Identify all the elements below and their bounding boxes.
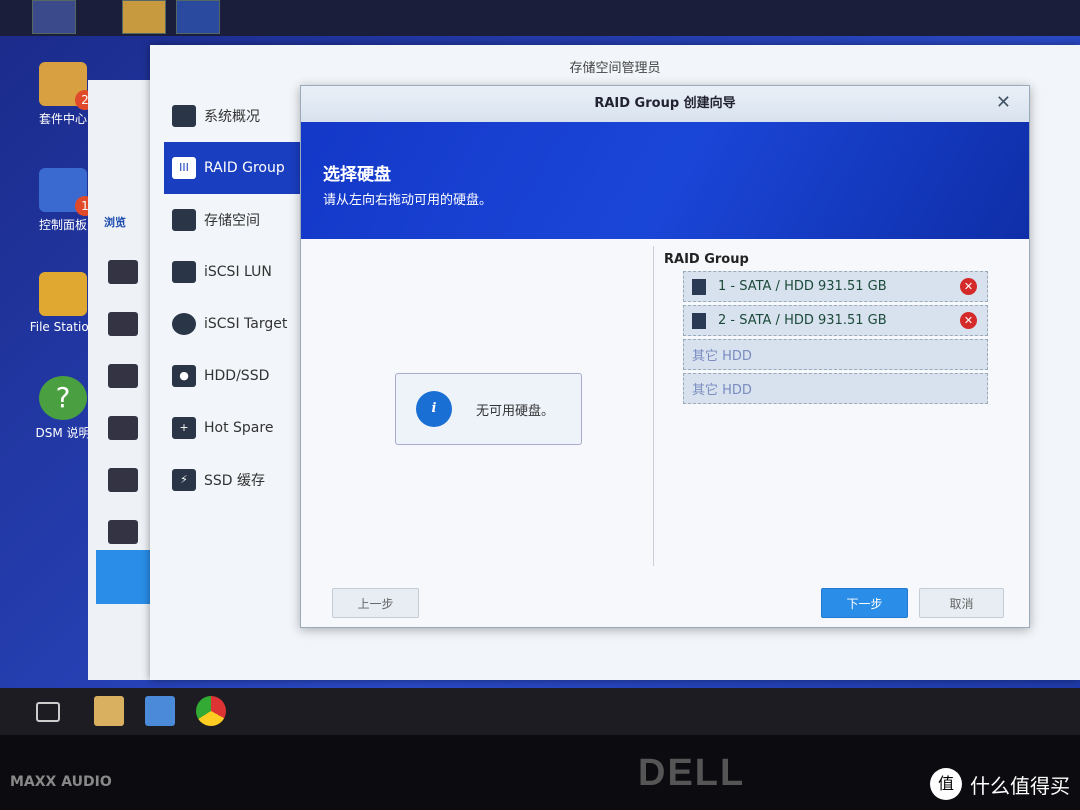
label: DSM 说明 <box>35 426 91 440</box>
sidebar: 系统概况 III RAID Group 存储空间 iSCSI LUN iSCSI … <box>164 90 314 506</box>
database-icon <box>172 261 196 283</box>
hdd-icon <box>692 312 706 329</box>
briefcase-icon[interactable] <box>108 468 138 492</box>
empty-slot[interactable]: 其它 HDD <box>683 373 988 404</box>
hdd-icon <box>692 278 706 295</box>
prev-button[interactable]: 上一步 <box>332 588 419 618</box>
dell-logo: DELL <box>638 752 746 794</box>
control-panel-icon: 1 <box>39 168 95 216</box>
message-text: 无可用硬盘。 <box>476 403 555 419</box>
no-disks-message: i 无可用硬盘。 <box>395 373 582 445</box>
package-center-icon: 2 <box>39 62 95 110</box>
disk-slot[interactable]: 2 - SATA / HDD 931.51 GB ✕ <box>683 305 988 336</box>
remove-icon[interactable]: ✕ <box>960 278 977 295</box>
backup-icon[interactable] <box>108 364 138 388</box>
dialog-title: RAID Group 创建向导 <box>301 86 1029 122</box>
cancel-button[interactable]: 取消 <box>919 588 1004 618</box>
label: 系统概况 <box>204 109 260 125</box>
close-icon[interactable]: ✕ <box>996 92 1011 113</box>
bolt-disk-icon: ⚡ <box>172 469 196 491</box>
tools-item-selected[interactable] <box>96 550 156 604</box>
label: RAID Group <box>204 160 285 176</box>
folder-icon <box>39 272 87 316</box>
disk-label: 2 - SATA / HDD 931.51 GB <box>718 313 887 328</box>
empty-slot[interactable]: 其它 HDD <box>683 339 988 370</box>
remove-icon[interactable]: ✕ <box>960 312 977 329</box>
window-title: 存储空间管理员 <box>569 61 661 76</box>
available-disks-pane: i 无可用硬盘。 <box>301 239 653 569</box>
sidebar-item-raid-group[interactable]: III RAID Group <box>164 142 314 194</box>
label: SSD 缓存 <box>204 473 266 489</box>
sidebar-item-hot-spare[interactable]: + Hot Spare <box>164 402 314 454</box>
slot-label: 其它 HDD <box>692 349 752 364</box>
label: Hot Spare <box>204 420 274 436</box>
overview-icon <box>172 105 196 127</box>
sidebar-item-volume[interactable]: 存储空间 <box>164 194 314 246</box>
pane-title: RAID Group <box>664 252 749 267</box>
sidebar-item-iscsi-lun[interactable]: iSCSI LUN <box>164 246 314 298</box>
disk-icon: ● <box>172 365 196 387</box>
sidebar-item-overview[interactable]: 系统概况 <box>164 90 314 142</box>
label: HDD/SSD <box>204 368 270 384</box>
label: iSCSI LUN <box>204 264 272 280</box>
watermark: 值什么值得买 <box>930 768 1070 800</box>
info-icon: i <box>416 391 452 427</box>
step-heading: 选择硬盘 <box>323 165 391 185</box>
film-icon[interactable] <box>108 416 138 440</box>
sidebar-item-hdd-ssd[interactable]: ● HDD/SSD <box>164 350 314 402</box>
globe-icon <box>172 313 196 335</box>
label: File Station <box>29 320 97 334</box>
main-menu-icon[interactable] <box>32 0 76 34</box>
chrome-icon[interactable] <box>196 696 226 726</box>
raid-icon: III <box>172 157 196 179</box>
app-icon[interactable] <box>145 696 175 726</box>
section-label: 浏览 <box>104 216 126 229</box>
storage-manager-task-icon[interactable] <box>176 0 220 34</box>
watermark-text: 什么值得买 <box>970 773 1070 798</box>
disk-label: 1 - SATA / HDD 931.51 GB <box>718 279 887 294</box>
shield-icon[interactable] <box>108 520 138 544</box>
step-description: 请从左向右拖动可用的硬盘。 <box>323 193 493 208</box>
windows-taskbar <box>0 688 1080 735</box>
watermark-logo-icon: 值 <box>930 768 962 800</box>
raid-group-wizard-dialog: RAID Group 创建向导 ✕ 选择硬盘 请从左向右拖动可用的硬盘。 i 无可… <box>300 85 1030 628</box>
plus-disk-icon: + <box>172 417 196 439</box>
grid-icon[interactable] <box>108 312 138 336</box>
sidebar-item-iscsi-target[interactable]: iSCSI Target <box>164 298 314 350</box>
label: iSCSI Target <box>204 316 288 332</box>
next-button[interactable]: 下一步 <box>821 588 908 618</box>
help-icon: ? <box>39 376 87 420</box>
label: 控制面板 <box>38 218 87 232</box>
cubes-icon <box>172 209 196 231</box>
label: 存储空间 <box>204 213 260 229</box>
sidebar-item-ssd-cache[interactable]: ⚡ SSD 缓存 <box>164 454 314 506</box>
disk-slot[interactable]: 1 - SATA / HDD 931.51 GB ✕ <box>683 271 988 302</box>
maxx-audio-logo: MAXX AUDIO <box>10 774 112 790</box>
thumbs-up-icon[interactable] <box>108 260 138 284</box>
wizard-banner: 选择硬盘 请从左向右拖动可用的硬盘。 <box>301 122 1029 239</box>
top-taskbar <box>0 0 1080 36</box>
explorer-icon[interactable] <box>94 696 124 726</box>
screen: 2 套件中心 1 控制面板 File Station ? DSM 说明 浏览 存储空间… <box>0 0 1080 735</box>
raid-group-pane: RAID Group 1 - SATA / HDD 931.51 GB ✕ 2 -… <box>653 246 1031 566</box>
task-view-icon[interactable] <box>36 702 60 722</box>
label: 套件中心 <box>38 112 87 126</box>
slot-label: 其它 HDD <box>692 383 752 398</box>
package-center-task-icon[interactable] <box>122 0 166 34</box>
